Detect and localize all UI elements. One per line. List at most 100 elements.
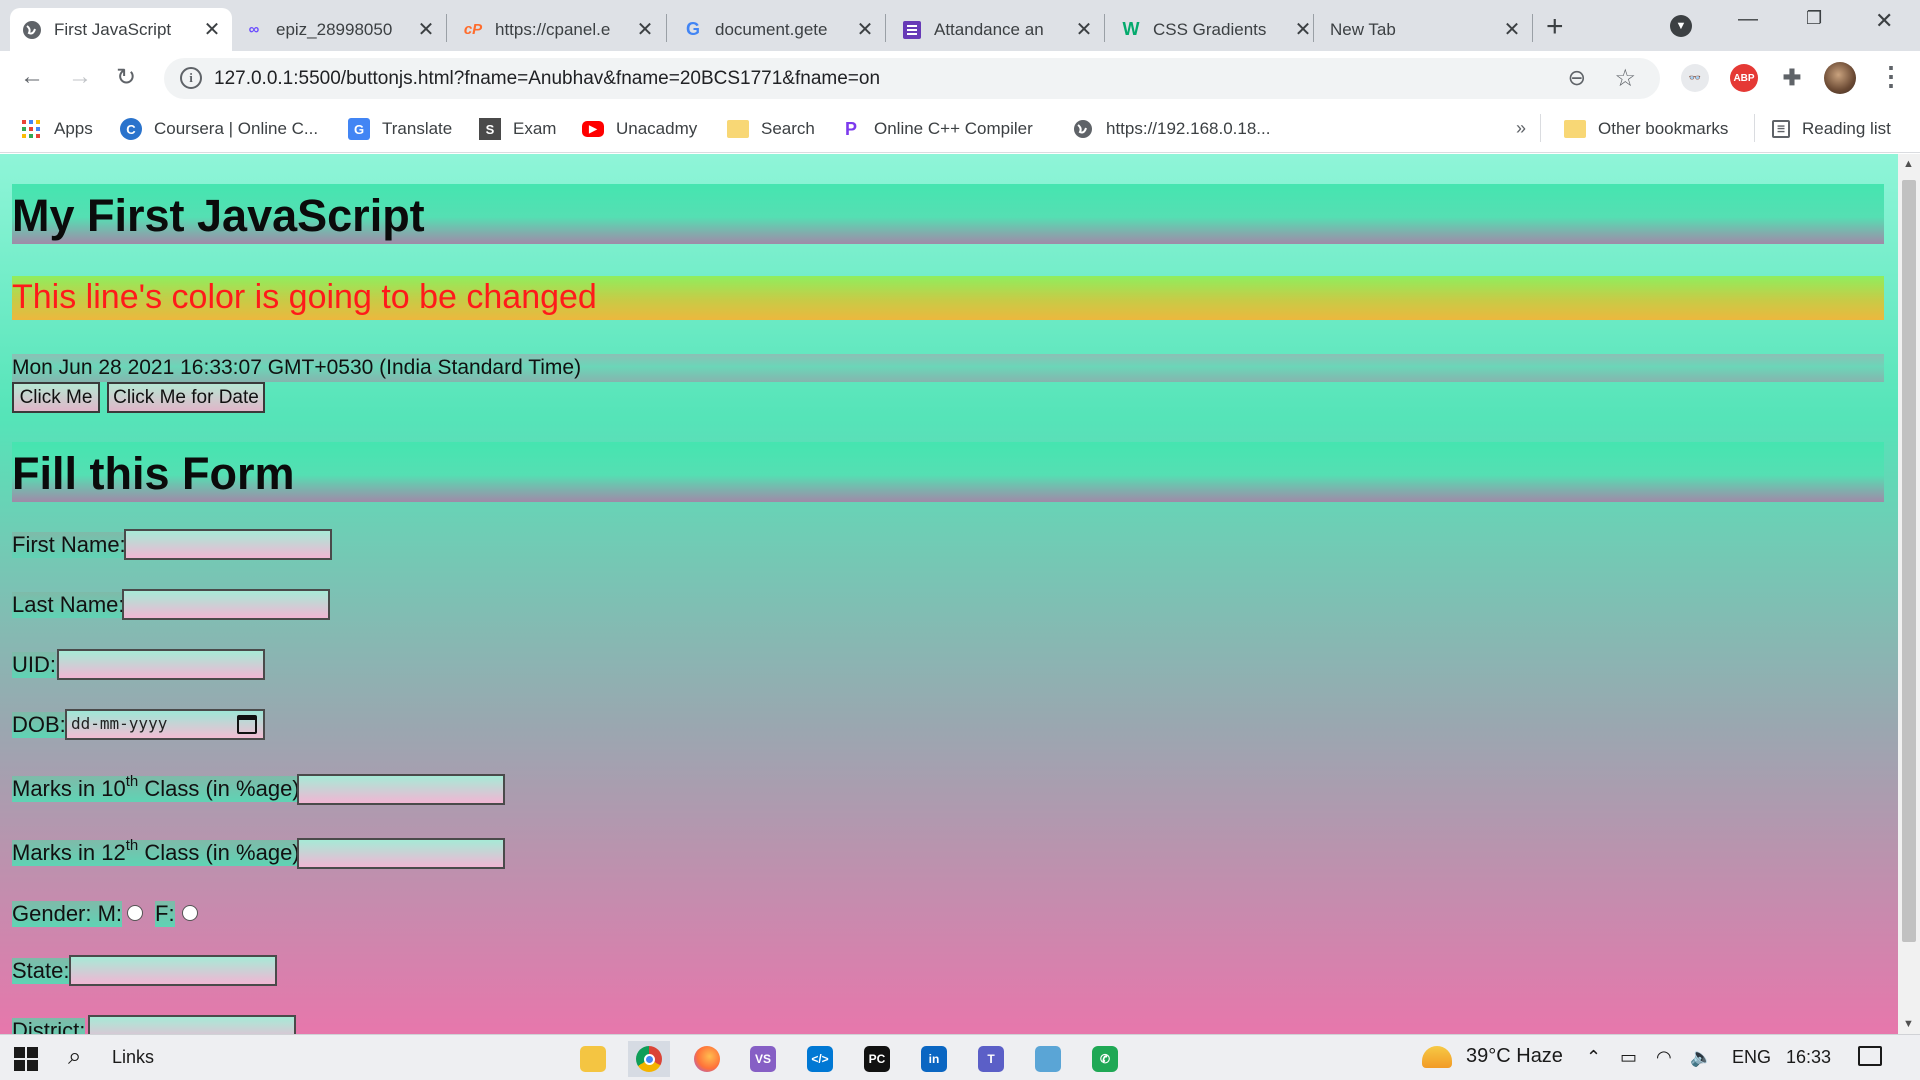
close-tab-icon[interactable]: ✕ bbox=[853, 17, 877, 42]
bookmark-label: Exam bbox=[513, 119, 557, 138]
gender-f-radio[interactable] bbox=[182, 905, 198, 921]
reload-icon[interactable]: ↻ bbox=[116, 63, 136, 92]
tab-new-tab[interactable]: New Tab ✕ bbox=[1318, 8, 1532, 51]
language-indicator[interactable]: ENG bbox=[1732, 1047, 1771, 1068]
tab-epiz[interactable]: ∞ epiz_28998050 ✕ bbox=[232, 8, 446, 51]
wifi-icon[interactable]: ◠ bbox=[1656, 1047, 1672, 1068]
battery-icon[interactable]: ▭ bbox=[1620, 1047, 1637, 1068]
more-bookmarks-icon[interactable]: » bbox=[1516, 118, 1526, 139]
weather-icon[interactable] bbox=[1422, 1046, 1452, 1068]
google-icon: G bbox=[685, 19, 700, 39]
bookmark-local-ip[interactable]: https://192.168.0.18... bbox=[1072, 116, 1270, 142]
new-tab-icon[interactable]: + bbox=[1546, 10, 1564, 44]
weather-text[interactable]: 39°C Haze bbox=[1466, 1045, 1563, 1068]
marks12-text: Marks in 12 bbox=[12, 840, 126, 865]
bookmark-translate[interactable]: G Translate bbox=[348, 116, 452, 142]
linkedin-icon[interactable]: in bbox=[913, 1041, 955, 1077]
zoom-icon[interactable]: ⊖ bbox=[1568, 65, 1586, 91]
bookmark-exam[interactable]: S Exam bbox=[479, 116, 556, 142]
scrollbar-thumb[interactable] bbox=[1902, 180, 1916, 942]
file-explorer-icon[interactable] bbox=[572, 1041, 614, 1077]
close-tab-icon[interactable]: ✕ bbox=[414, 17, 438, 42]
tab-search-icon[interactable]: ▼ bbox=[1670, 15, 1692, 37]
youtube-icon: ▶ bbox=[582, 121, 604, 137]
close-tab-icon[interactable]: ✕ bbox=[200, 17, 224, 42]
info-icon[interactable]: i bbox=[180, 67, 202, 89]
globe-icon bbox=[1072, 118, 1094, 140]
marks10-input[interactable] bbox=[297, 774, 505, 805]
dob-placeholder: dd-mm-yyyy bbox=[71, 714, 168, 733]
exam-icon: S bbox=[479, 118, 501, 140]
clock[interactable]: 16:33 bbox=[1786, 1047, 1831, 1068]
close-tab-icon[interactable]: ✕ bbox=[1500, 17, 1524, 42]
close-tab-icon[interactable]: ✕ bbox=[1072, 17, 1096, 42]
adblock-icon[interactable]: ABP bbox=[1730, 64, 1758, 92]
whatsapp-icon[interactable]: ✆ bbox=[1084, 1041, 1126, 1077]
click-date-button[interactable]: Click Me for Date bbox=[107, 382, 265, 413]
tab-cpanel[interactable]: cP https://cpanel.e ✕ bbox=[451, 8, 665, 51]
bookmark-apps[interactable]: Apps bbox=[20, 116, 93, 142]
pycharm-icon[interactable]: PC bbox=[856, 1041, 898, 1077]
forward-icon[interactable]: → bbox=[68, 63, 92, 91]
tab-strip: First JavaScript ✕ ∞ epiz_28998050 ✕ cP … bbox=[0, 0, 1920, 51]
marks12-input[interactable] bbox=[297, 838, 505, 869]
close-window-icon[interactable]: ✕ bbox=[1875, 8, 1893, 34]
menu-icon[interactable]: ⋮ bbox=[1878, 61, 1904, 92]
owl-extension-icon[interactable]: 👓 bbox=[1681, 64, 1709, 92]
url-text[interactable]: 127.0.0.1:5500/buttonjs.html?fname=Anubh… bbox=[214, 68, 880, 90]
firefox-icon[interactable] bbox=[686, 1041, 728, 1077]
notifications-icon[interactable] bbox=[1858, 1046, 1882, 1066]
bookmarks-bar: Apps C Coursera | Online C... G Translat… bbox=[0, 106, 1920, 153]
reading-list[interactable]: ☰ Reading list bbox=[1772, 116, 1891, 142]
puzzle-icon[interactable]: ✚ bbox=[1778, 64, 1806, 92]
last-name-input[interactable] bbox=[122, 589, 330, 620]
gender-m-radio[interactable] bbox=[127, 905, 143, 921]
bookmark-search[interactable]: Search bbox=[727, 116, 815, 142]
bookmark-label: Search bbox=[761, 119, 815, 138]
back-icon[interactable]: ← bbox=[20, 63, 44, 91]
scroll-up-arrow-icon[interactable]: ▲ bbox=[1903, 158, 1914, 170]
bookmark-star-icon[interactable]: ☆ bbox=[1614, 64, 1636, 93]
taskbar-search-text[interactable]: Links bbox=[112, 1047, 154, 1068]
other-bookmarks[interactable]: Other bookmarks bbox=[1564, 116, 1728, 142]
profile-avatar[interactable] bbox=[1824, 62, 1856, 94]
bookmark-coursera[interactable]: C Coursera | Online C... bbox=[120, 116, 318, 142]
bookmark-unacadmy[interactable]: ▶ Unacadmy bbox=[582, 116, 697, 142]
search-icon[interactable]: ⌕ bbox=[68, 1043, 81, 1071]
notepad-icon[interactable] bbox=[1027, 1041, 1069, 1077]
tab-google-doc[interactable]: G document.gete ✕ bbox=[671, 8, 885, 51]
minimize-icon[interactable]: — bbox=[1738, 8, 1758, 31]
tab-attendance[interactable]: Attandance an ✕ bbox=[890, 8, 1104, 51]
close-tab-icon[interactable]: ✕ bbox=[633, 17, 657, 42]
tab-title: New Tab bbox=[1330, 19, 1396, 39]
first-name-input[interactable] bbox=[124, 529, 332, 560]
vscode-icon[interactable]: </> bbox=[799, 1041, 841, 1077]
state-input[interactable] bbox=[69, 955, 277, 986]
scroll-down-arrow-icon[interactable]: ▼ bbox=[1903, 1018, 1914, 1030]
marks12-label: Marks in 12th Class (in %age): bbox=[12, 837, 306, 866]
show-hidden-icons[interactable]: ⌃ bbox=[1586, 1047, 1601, 1068]
bookmark-compiler[interactable]: P Online C++ Compiler bbox=[840, 116, 1033, 142]
district-input[interactable] bbox=[88, 1015, 296, 1034]
tab-first-javascript[interactable]: First JavaScript ✕ bbox=[10, 8, 232, 51]
tab-title: First JavaScript bbox=[54, 19, 172, 39]
page-scrollbar[interactable]: ▲ ▼ bbox=[1898, 154, 1920, 1034]
visual-studio-icon[interactable]: VS bbox=[742, 1041, 784, 1077]
address-bar[interactable]: i 127.0.0.1:5500/buttonjs.html?fname=Anu… bbox=[164, 58, 1660, 99]
uid-input[interactable] bbox=[57, 649, 265, 680]
volume-icon[interactable]: 🔈 bbox=[1690, 1047, 1712, 1068]
marks12-suffix: Class (in %age): bbox=[138, 840, 306, 865]
heading-band: My First JavaScript bbox=[12, 184, 1884, 244]
click-me-button[interactable]: Click Me bbox=[12, 382, 100, 413]
browser-chrome: First JavaScript ✕ ∞ epiz_28998050 ✕ cP … bbox=[0, 0, 1920, 153]
tab-css-gradients[interactable]: W CSS Gradients ✕ bbox=[1109, 8, 1323, 51]
bookmark-label: Online C++ Compiler bbox=[874, 119, 1033, 138]
teams-icon[interactable]: T bbox=[970, 1041, 1012, 1077]
close-tab-icon[interactable]: ✕ bbox=[1291, 17, 1315, 42]
other-bookmarks-label: Other bookmarks bbox=[1598, 119, 1729, 138]
dob-input[interactable]: dd-mm-yyyy bbox=[65, 709, 265, 740]
windows-start-icon[interactable] bbox=[14, 1047, 38, 1071]
calendar-icon[interactable] bbox=[237, 715, 257, 734]
restore-icon[interactable]: ❐ bbox=[1806, 8, 1822, 29]
chrome-icon[interactable] bbox=[628, 1041, 670, 1077]
